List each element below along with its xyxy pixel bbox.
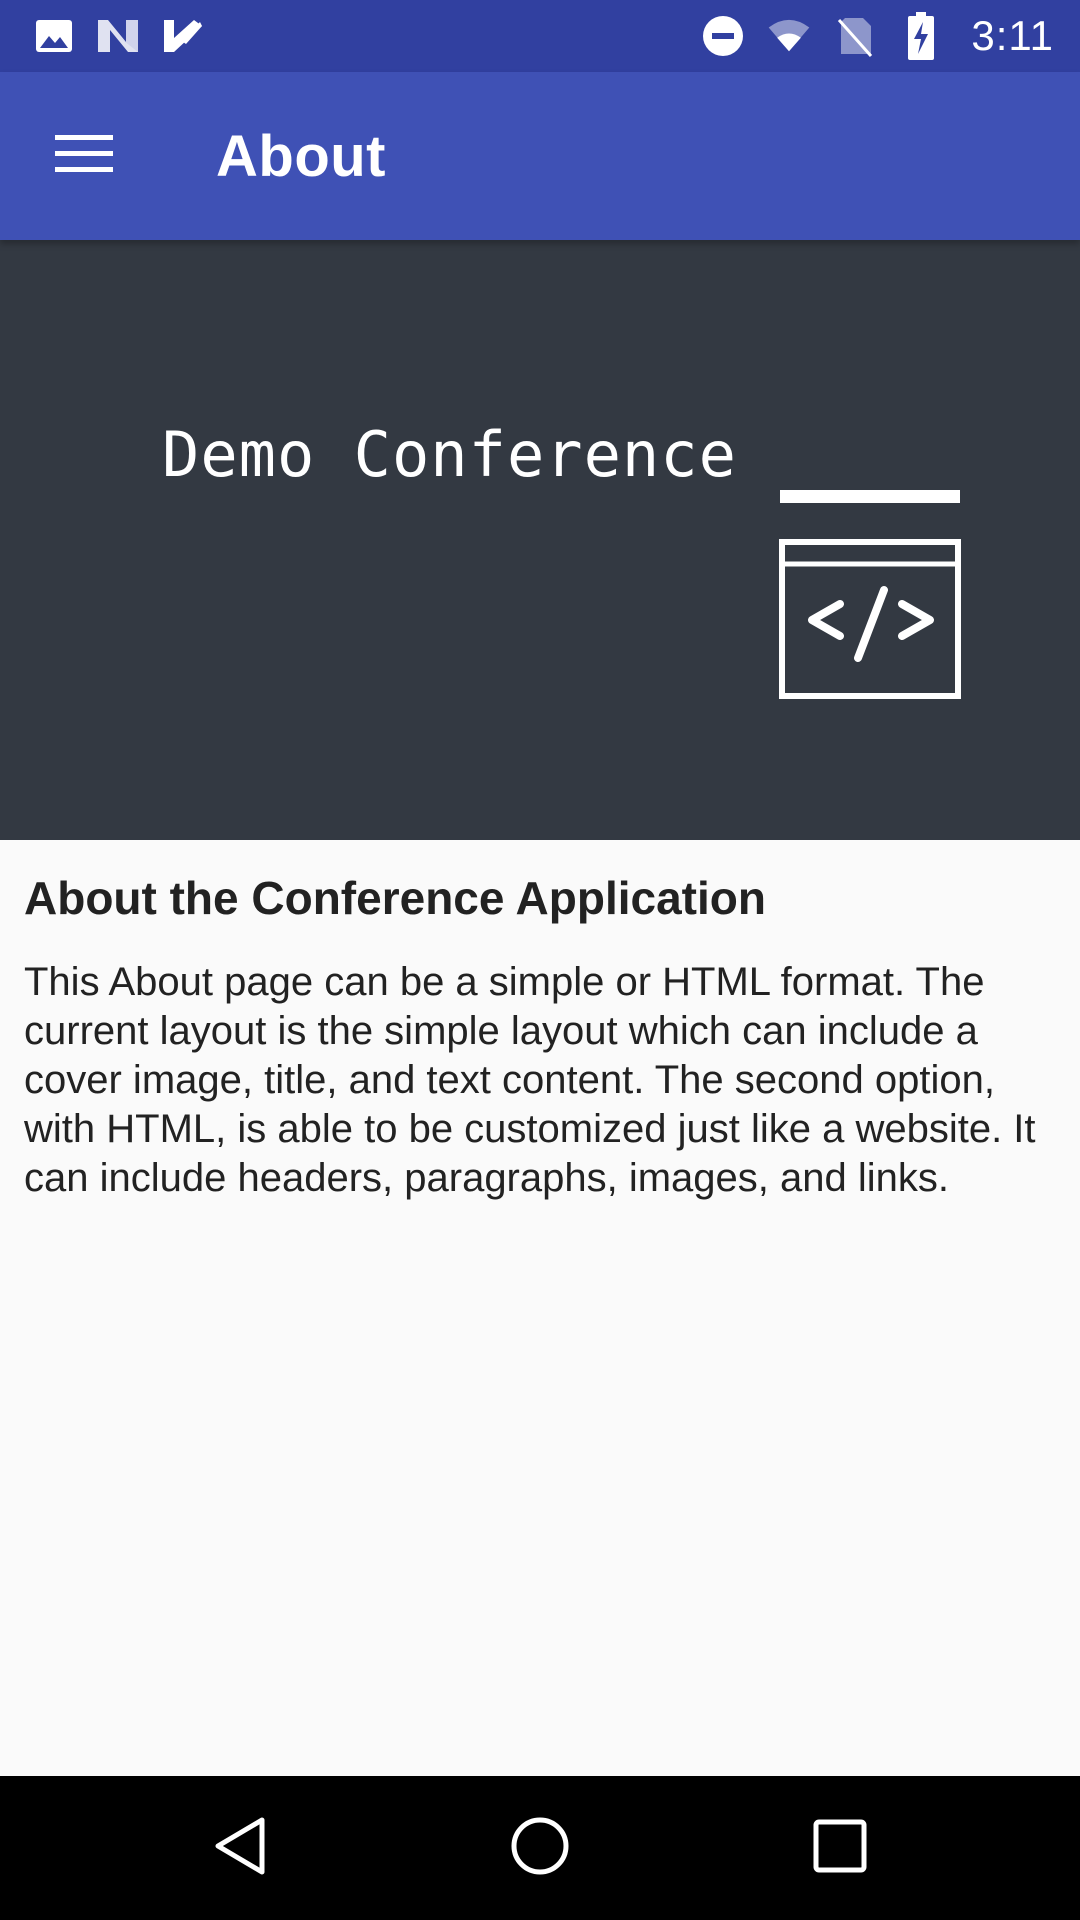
no-sim-icon <box>833 14 877 58</box>
battery-charging-icon <box>899 12 943 60</box>
status-notifications <box>32 14 204 58</box>
page-title: About <box>216 124 386 189</box>
back-icon <box>212 1816 268 1881</box>
recents-icon <box>812 1818 868 1879</box>
n-notification-icon <box>96 14 140 58</box>
home-button[interactable] <box>490 1798 590 1898</box>
about-content: About the Conference Application This Ab… <box>24 866 1058 1203</box>
recents-button[interactable] <box>790 1798 890 1898</box>
code-window-icon <box>778 490 964 700</box>
menu-button[interactable] <box>40 116 128 196</box>
content-heading: About the Conference Application <box>24 872 766 924</box>
image-notification-icon <box>32 14 76 58</box>
cover-title: Demo Conference <box>162 418 737 491</box>
back-button[interactable] <box>190 1798 290 1898</box>
about-screen: 3:11 About Demo Conference About the Con… <box>0 0 1080 1920</box>
do-not-disturb-icon <box>701 14 745 58</box>
hamburger-menu-icon <box>55 133 113 180</box>
cover-image: Demo Conference <box>0 240 1080 840</box>
content-body: This About page can be a simple or HTML … <box>24 960 1036 1200</box>
home-icon <box>510 1816 570 1881</box>
navigation-bar <box>0 1776 1080 1920</box>
status-bar: 3:11 <box>0 0 1080 72</box>
status-indicators: 3:11 <box>701 10 1054 62</box>
task-notification-icon <box>160 14 204 58</box>
status-time: 3:11 <box>971 12 1054 59</box>
app-bar: About <box>0 72 1080 240</box>
wifi-icon <box>767 14 811 58</box>
